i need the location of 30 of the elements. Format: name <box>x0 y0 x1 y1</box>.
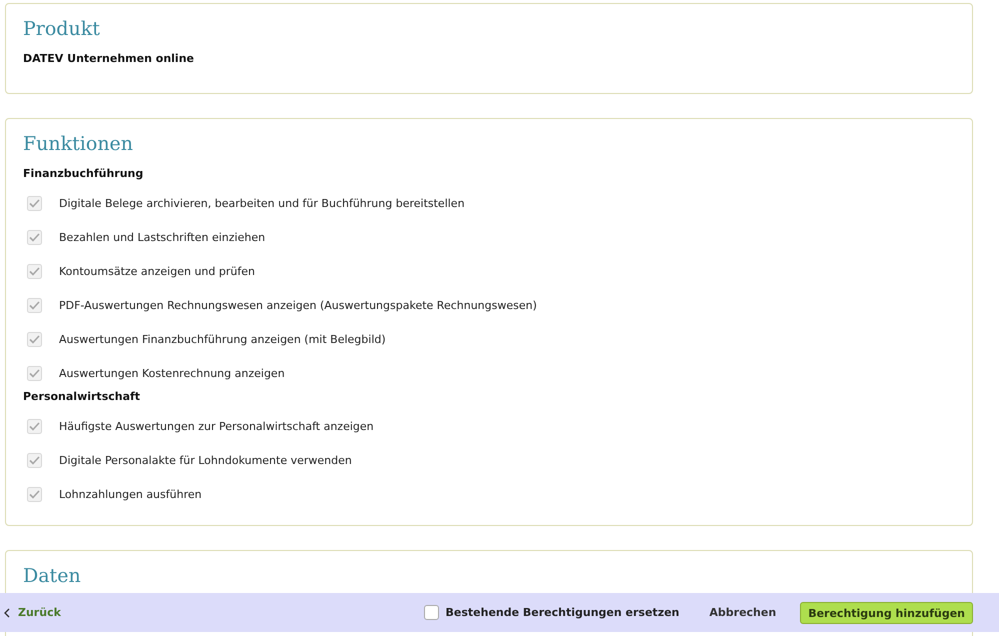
add-permission-button[interactable]: Berechtigung hinzufügen <box>800 602 973 624</box>
group-title: Finanzbuchführung <box>23 167 144 180</box>
function-label: Digitale Belege archivieren, bearbeiten und für Buchführung bereitstellen <box>59 196 465 210</box>
checkbox[interactable] <box>27 264 42 278</box>
function-label: Digitale Personalakte für Lohndokumente verwenden <box>59 454 352 466</box>
checkbox[interactable] <box>27 418 42 434</box>
cancel-button[interactable]: Abbrechen <box>703 605 782 620</box>
function-label: Lohnzahlungen ausführen <box>59 488 202 500</box>
checkbox[interactable] <box>27 196 42 210</box>
section-title: Produkt <box>23 18 101 40</box>
section-title: Daten <box>23 565 82 587</box>
product-name: DATEV Unternehmen online <box>23 52 195 65</box>
section-title: Funktionen <box>23 133 134 155</box>
function-label: Bezahlen und Lastschriften einziehen <box>59 230 266 244</box>
checkbox[interactable] <box>424 605 438 620</box>
group-title: Personalwirtschaft <box>23 390 142 403</box>
checkbox[interactable] <box>27 452 42 468</box>
checkbox[interactable] <box>27 486 42 502</box>
chevron-left-icon <box>4 608 10 618</box>
checkbox[interactable] <box>27 298 42 312</box>
function-label: Auswertungen Finanzbuchführung anzeigen (mit Belegbild) <box>59 332 386 346</box>
function-label: PDF-Auswertungen Rechnungswesen anzeigen (Auswertungspakete Rechnungswesen) <box>59 298 537 312</box>
back-link[interactable]: Zurück <box>4 606 61 619</box>
function-label: Kontoumsätze anzeigen und prüfen <box>59 264 255 278</box>
checkbox[interactable] <box>27 332 42 346</box>
checkbox[interactable] <box>27 230 42 244</box>
checkbox[interactable] <box>27 366 42 380</box>
function-label: Häufigste Auswertungen zur Personalwirtschaft anzeigen <box>59 420 374 432</box>
function-label: Auswertungen Kostenrechnung anzeigen <box>59 366 285 380</box>
checkbox-label: Bestehende Berechtigungen ersetzen <box>446 606 680 619</box>
